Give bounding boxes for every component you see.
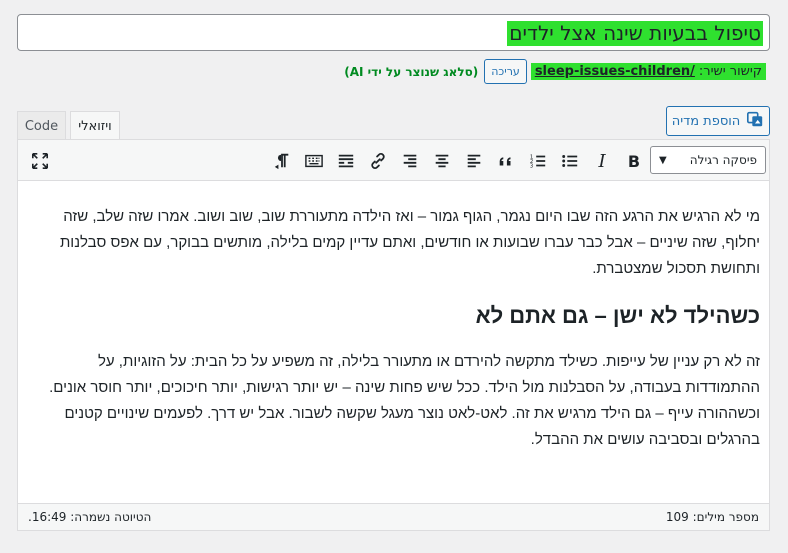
paragraph-direction-icon[interactable] xyxy=(270,149,294,173)
draft-saved-status: הטיוטה נשמרה: 16:49. xyxy=(28,510,152,524)
editor-statusbar: מספר מילים: 109 הטיוטה נשמרה: 16:49. xyxy=(18,503,769,530)
post-title-field[interactable]: טיפול בבעיות שינה אצל ילדים xyxy=(17,14,770,51)
add-media-icon xyxy=(746,110,764,132)
editor-content[interactable]: מי לא הרגיש את הרגע הזה שבו היום נגמר, ה… xyxy=(18,181,769,504)
svg-text:3: 3 xyxy=(530,163,533,169)
toolbar-toggle-icon[interactable] xyxy=(302,149,326,173)
post-title-text[interactable]: טיפול בבעיות שינה אצל ילדים xyxy=(507,21,763,46)
tab-visual[interactable]: ויזואלי xyxy=(70,111,120,140)
read-more-icon[interactable] xyxy=(334,149,358,173)
classic-editor: 123 I B פיסקה רגילה ▼ מי לא הרגיש את הרג… xyxy=(17,139,770,531)
editor-toolbar: 123 I B פיסקה רגילה ▼ xyxy=(18,140,769,181)
word-count: מספר מילים: 109 xyxy=(665,510,759,524)
add-media-button[interactable]: הוספת מדיה xyxy=(666,106,770,136)
chevron-down-icon: ▼ xyxy=(659,154,667,166)
permalink-label: קישור ישיר: xyxy=(698,64,762,79)
numbered-list-icon[interactable]: 123 xyxy=(526,149,550,173)
insert-link-icon[interactable] xyxy=(366,149,390,173)
add-media-label: הוספת מדיה xyxy=(671,113,741,129)
ai-slug-note: (סלאג שנוצר על ידי AI) xyxy=(344,64,479,79)
blockquote-icon[interactable] xyxy=(494,149,518,173)
paragraph-2: זה לא רק עניין של עייפות. כשילד מתקשה לה… xyxy=(49,353,760,448)
content-heading: כשהילד לא ישן – גם אתם לא xyxy=(475,303,760,328)
align-center-icon[interactable] xyxy=(430,149,454,173)
permalink-bar: קישור ישיר: /sleep-issues-children עריכה… xyxy=(344,59,766,84)
bulleted-list-icon[interactable] xyxy=(558,149,582,173)
format-select-value: פיסקה רגילה xyxy=(689,153,757,167)
tab-code[interactable]: Code xyxy=(17,111,66,140)
fullscreen-icon[interactable] xyxy=(28,149,52,173)
italic-icon[interactable]: I xyxy=(590,149,614,173)
permalink-highlight: קישור ישיר: /sleep-issues-children xyxy=(530,63,766,80)
format-select[interactable]: פיסקה רגילה ▼ xyxy=(650,146,766,174)
bold-icon[interactable]: B xyxy=(622,149,646,173)
align-left-icon[interactable] xyxy=(462,149,486,173)
permalink-slug-link[interactable]: /sleep-issues-children xyxy=(535,64,695,79)
paragraph-1: מי לא הרגיש את הרגע הזה שבו היום נגמר, ה… xyxy=(59,208,760,277)
align-right-icon[interactable] xyxy=(398,149,422,173)
edit-slug-button[interactable]: עריכה xyxy=(484,59,527,84)
